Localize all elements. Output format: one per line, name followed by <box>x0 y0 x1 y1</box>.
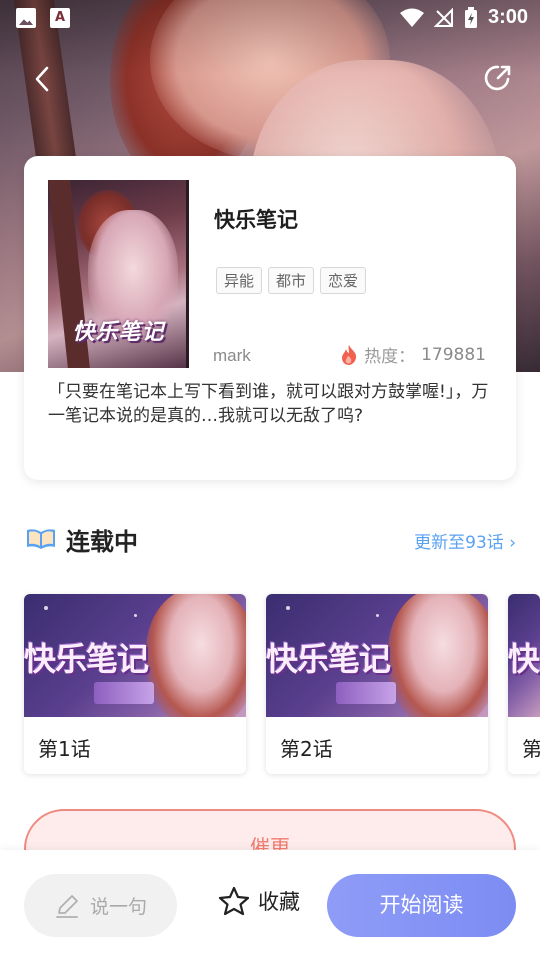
episode-label: 第2话 <box>280 737 333 761</box>
star-icon <box>218 886 250 916</box>
author-name[interactable]: mark <box>213 346 251 366</box>
book-title: 快乐笔记 <box>214 208 298 232</box>
pencil-icon <box>56 894 78 918</box>
battery-charging-icon <box>464 6 477 28</box>
font-icon: A <box>50 8 70 28</box>
book-info-card: 快乐笔记 快乐笔记 异能 都市 恋爱 mark 热度： 179881 「只要在笔… <box>24 156 516 480</box>
episode-label: 第1话 <box>38 737 91 761</box>
book-cover[interactable]: 快乐笔记 <box>48 180 189 368</box>
clock: 3:00 <box>487 6 528 28</box>
back-button[interactable] <box>28 64 58 94</box>
heat-value: 179881 <box>421 344 486 365</box>
bottom-action-bar: 说一句 收藏 开始阅读 <box>0 850 540 960</box>
thumbnail-title-art: 快乐笔记 <box>508 640 540 678</box>
episode-list: 快乐笔记 第1话 快乐笔记 第2话 快乐笔记 第 <box>24 594 540 774</box>
episode-thumbnail: 快乐笔记 <box>24 594 246 717</box>
favorite-label: 收藏 <box>258 890 300 914</box>
heat-stat: 热度： 179881 <box>340 342 486 367</box>
tag[interactable]: 都市 <box>268 267 315 294</box>
comment-button[interactable]: 说一句 <box>24 874 177 937</box>
favorite-button[interactable]: 收藏 <box>218 886 300 916</box>
episode-card[interactable]: 快乐笔记 第2话 <box>266 594 488 774</box>
episode-card[interactable]: 快乐笔记 第 <box>508 594 540 774</box>
no-signal-icon <box>433 7 453 27</box>
back-arrow-icon <box>35 66 49 92</box>
open-book-icon <box>27 529 55 549</box>
serial-section-header: 连载中 更新至93话 › <box>26 520 516 560</box>
thumbnail-title-art: 快乐笔记 <box>266 640 391 678</box>
book-description: 「只要在笔记本上写下看到谁，就可以跟对方鼓掌喔!」，万一笔记本说的是真的…我就可… <box>48 382 489 426</box>
fire-icon <box>342 344 357 365</box>
episode-thumbnail: 快乐笔记 <box>266 594 488 717</box>
update-text: 更新至93话 <box>414 533 504 553</box>
update-link[interactable]: 更新至93话 › <box>414 528 516 553</box>
status-bar: A 3:00 <box>0 0 540 36</box>
tag[interactable]: 异能 <box>216 267 263 294</box>
tag[interactable]: 恋爱 <box>320 267 367 294</box>
image-icon <box>16 8 36 28</box>
episode-thumbnail: 快乐笔记 <box>508 594 540 717</box>
share-icon <box>484 65 511 91</box>
start-reading-button[interactable]: 开始阅读 <box>327 874 516 937</box>
thumbnail-title-art: 快乐笔记 <box>24 640 149 678</box>
tag-list: 异能 都市 恋爱 <box>216 267 367 294</box>
heat-label: 热度： <box>364 347 416 367</box>
chevron-right-icon: › <box>509 533 516 553</box>
episode-label: 第 <box>522 737 540 761</box>
cover-title-art: 快乐笔记 <box>72 320 165 345</box>
episode-card[interactable]: 快乐笔记 第1话 <box>24 594 246 774</box>
share-button[interactable] <box>482 62 514 94</box>
comment-placeholder: 说一句 <box>89 896 147 918</box>
wifi-icon <box>399 8 424 27</box>
section-title: 连载中 <box>66 528 138 556</box>
